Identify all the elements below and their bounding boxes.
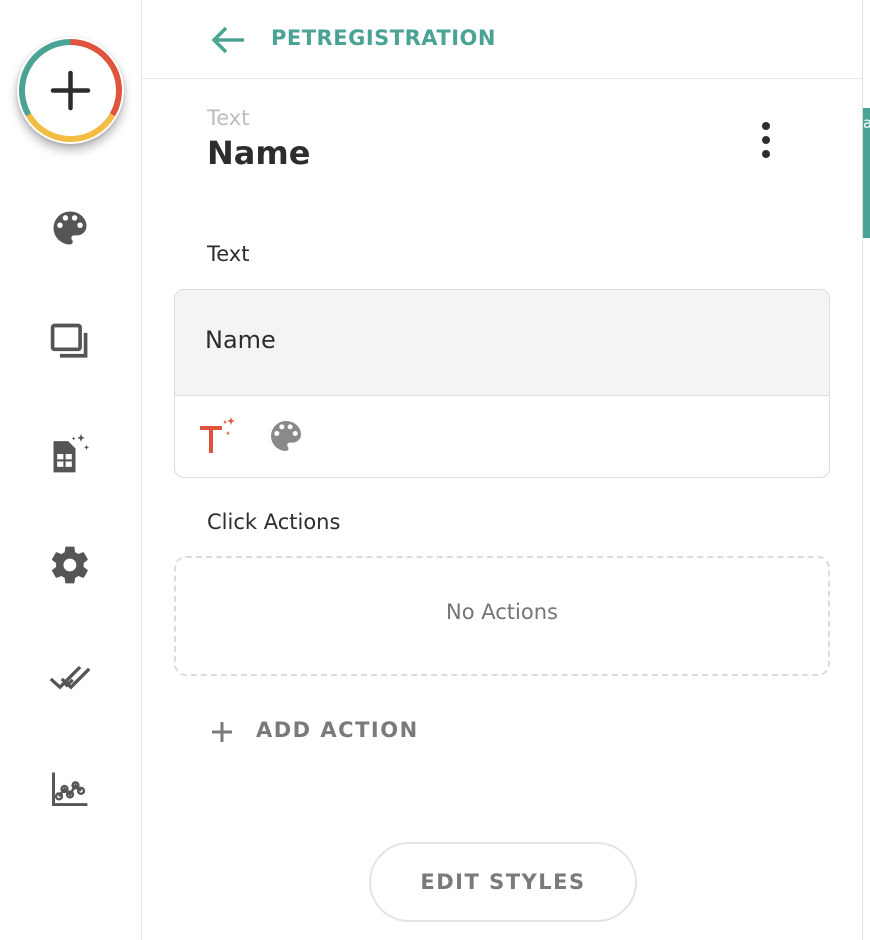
palette-icon xyxy=(53,211,87,245)
screens-nav-button[interactable] xyxy=(48,320,92,364)
database-magic-icon xyxy=(53,433,90,473)
magic-text-button[interactable] xyxy=(197,414,239,460)
plus-icon xyxy=(212,722,232,742)
add-component-button[interactable] xyxy=(17,37,124,144)
properties-panel: PETREGISTRATION Text Name Text Name Clic… xyxy=(142,0,862,940)
more-vertical-icon xyxy=(762,122,770,158)
analytics-icon xyxy=(52,772,88,807)
plus-icon xyxy=(19,39,122,142)
no-actions-text: No Actions xyxy=(446,600,558,624)
magic-text-icon xyxy=(200,417,235,453)
edit-styles-label: EDIT STYLES xyxy=(420,870,586,894)
right-edge-tab-text: a xyxy=(863,114,870,132)
text-color-button[interactable] xyxy=(266,416,306,460)
data-nav-button[interactable] xyxy=(48,432,92,476)
click-actions-label: Click Actions xyxy=(207,510,341,534)
theme-nav-button[interactable] xyxy=(48,206,92,250)
edit-styles-button[interactable]: EDIT STYLES xyxy=(369,842,637,922)
settings-nav-button[interactable] xyxy=(48,543,92,587)
double-check-icon xyxy=(49,665,91,690)
text-value-field[interactable]: Name xyxy=(175,290,829,396)
back-button[interactable] xyxy=(208,22,248,58)
click-actions-list: No Actions xyxy=(174,556,830,676)
publish-nav-button[interactable] xyxy=(48,656,92,700)
left-nav-rail xyxy=(0,0,142,940)
text-section-label: Text xyxy=(207,242,250,266)
text-value: Name xyxy=(205,326,276,354)
screen-title: PETREGISTRATION xyxy=(271,26,496,50)
component-name: Name xyxy=(207,134,311,172)
gear-icon xyxy=(51,546,88,584)
palette-icon xyxy=(271,421,301,451)
panel-header: PETREGISTRATION xyxy=(142,0,862,79)
analytics-nav-button[interactable] xyxy=(48,767,92,811)
component-type-label: Text xyxy=(207,106,250,130)
app-root: PETREGISTRATION Text Name Text Name Clic… xyxy=(0,0,870,940)
arrow-left-icon xyxy=(211,26,244,54)
screens-icon xyxy=(50,323,88,358)
text-editor-card: Name xyxy=(174,289,830,478)
more-options-button[interactable] xyxy=(750,118,782,162)
add-action-label: ADD ACTION xyxy=(256,718,419,742)
